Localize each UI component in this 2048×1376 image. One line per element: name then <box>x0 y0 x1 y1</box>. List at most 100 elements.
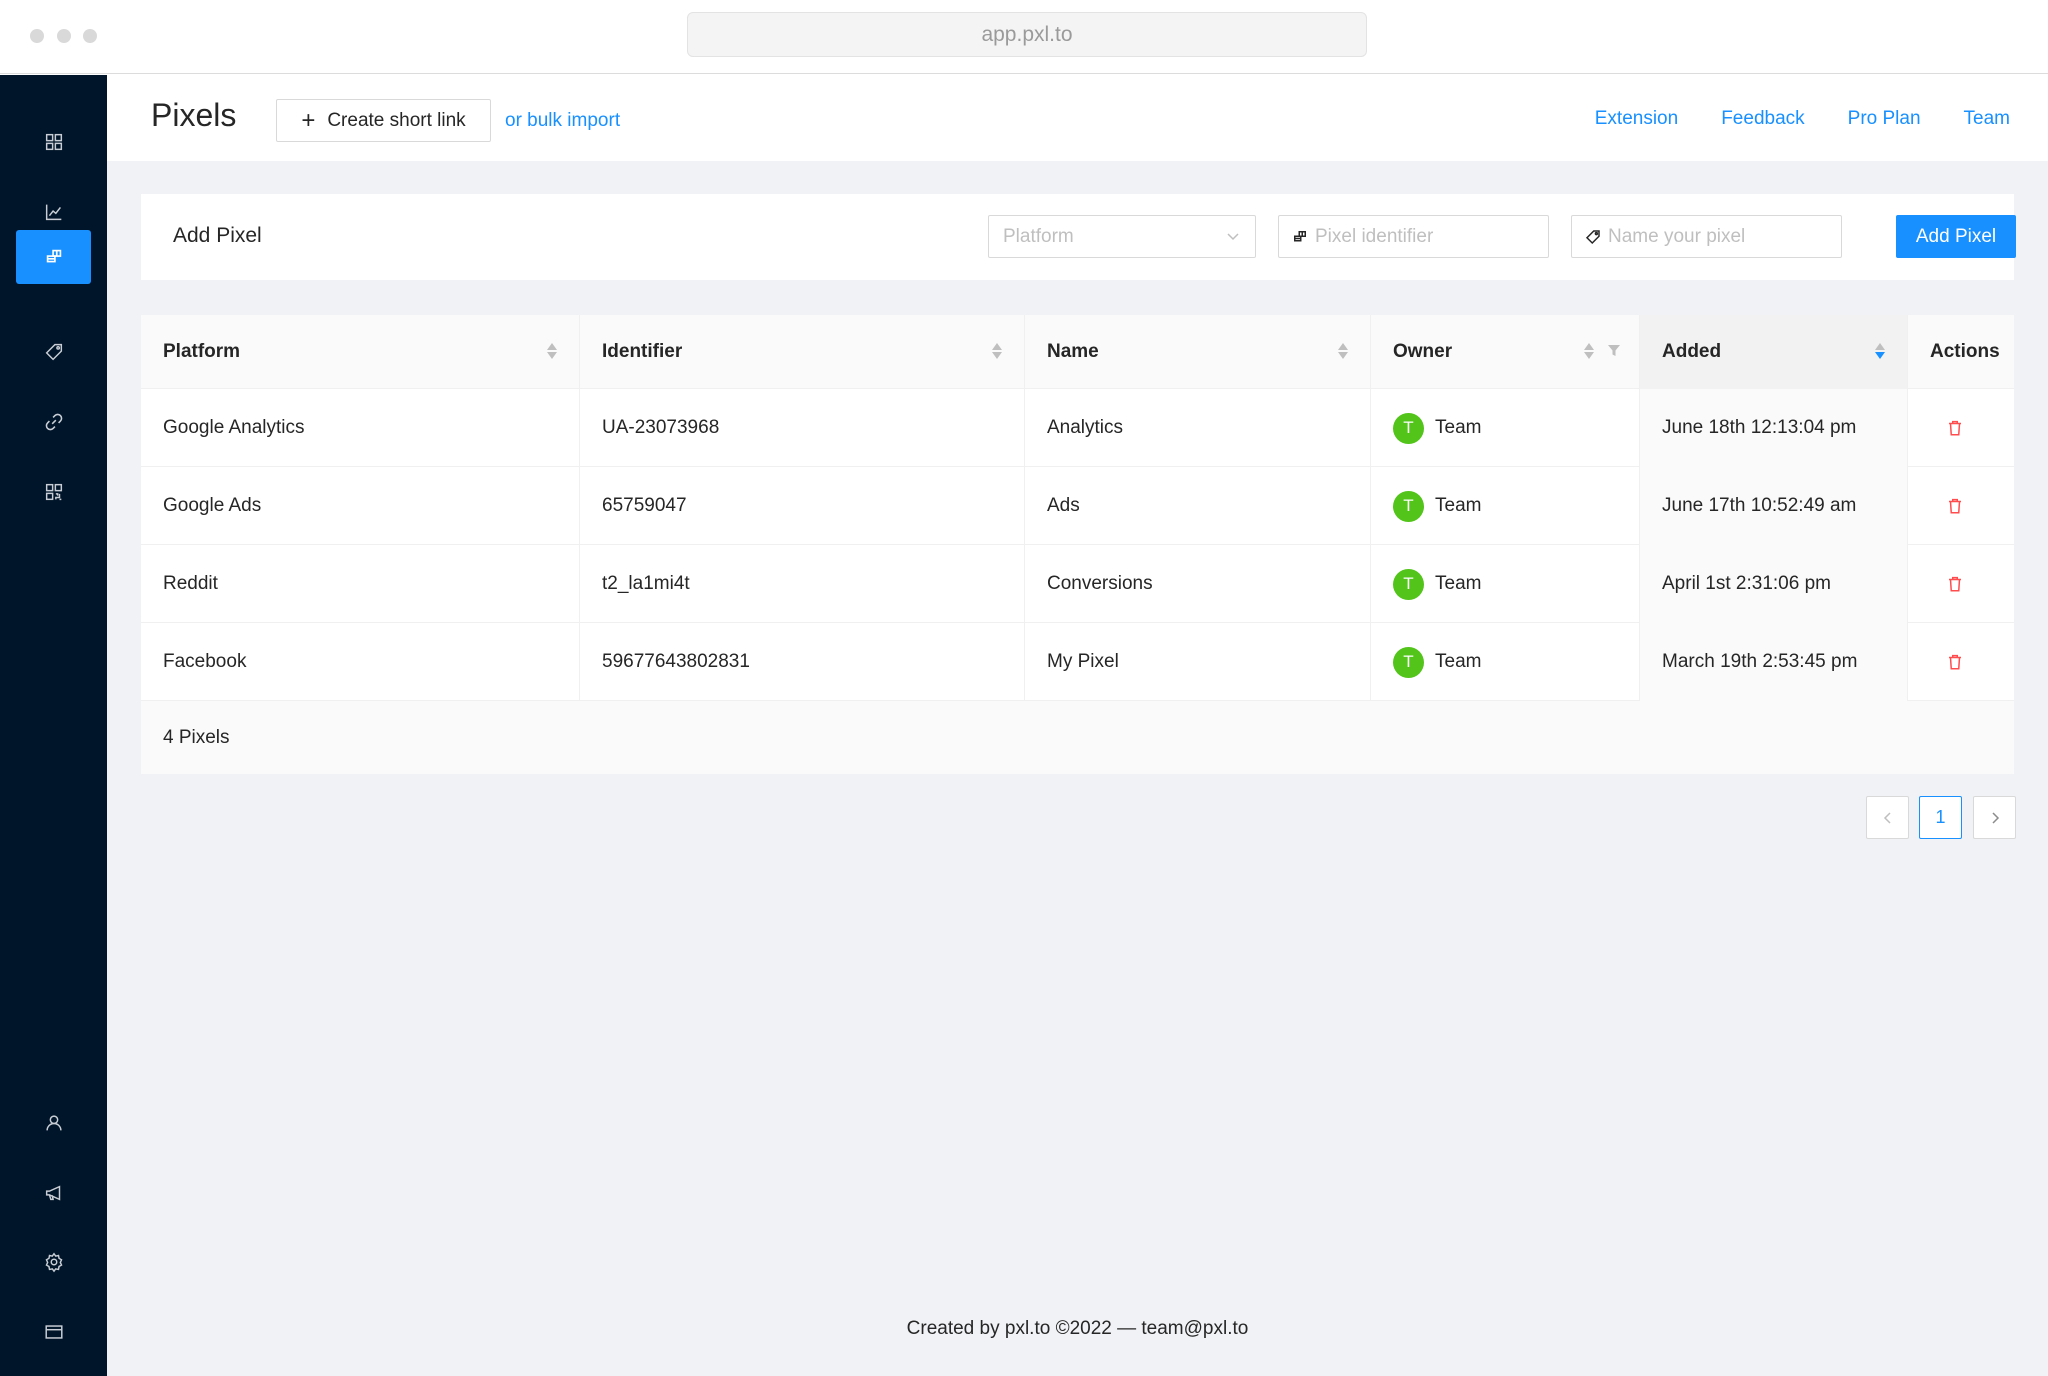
platform-select[interactable]: Platform <box>988 215 1256 258</box>
dashboard-icon <box>45 133 62 151</box>
column-header-platform-label: Platform <box>163 341 241 362</box>
chart-icon <box>45 204 61 221</box>
sidebar-item-settings[interactable] <box>16 1235 91 1289</box>
team-link[interactable]: Team <box>1964 108 2010 130</box>
column-header-added-label: Added <box>1662 341 1722 362</box>
cell-identifier: UA-23073968 <box>580 389 1025 467</box>
address-bar[interactable]: app.pxl.to <box>687 12 1367 57</box>
main-content: Pixels + Create short link or bulk impor… <box>107 75 2048 1376</box>
filter-icon[interactable] <box>1607 344 1621 358</box>
cell-added: June 17th 10:52:49 am <box>1640 467 1908 545</box>
sidebar-item-billing[interactable] <box>16 1305 91 1359</box>
pixel-identifier-input[interactable] <box>1315 225 1515 248</box>
cell-name: Conversions <box>1025 545 1371 623</box>
pro-plan-link[interactable]: Pro Plan <box>1848 108 1921 130</box>
delete-button[interactable] <box>1946 653 1964 671</box>
sort-icon[interactable] <box>992 343 1002 359</box>
owner-name: Team <box>1435 495 1482 516</box>
window-close-dot[interactable] <box>30 29 44 43</box>
trash-icon <box>1949 654 1961 670</box>
pagination-prev-button[interactable] <box>1866 796 1909 839</box>
avatar: T <box>1393 490 1424 522</box>
column-header-added[interactable]: Added <box>1640 315 1908 389</box>
tag-icon <box>45 343 62 361</box>
megaphone-icon <box>45 1185 60 1201</box>
window-minimize-dot[interactable] <box>57 29 71 43</box>
plus-icon: + <box>301 106 316 134</box>
column-header-owner-label: Owner <box>1393 341 1453 362</box>
page-header: Pixels + Create short link or bulk impor… <box>107 75 2048 161</box>
link-icon <box>45 413 62 431</box>
feedback-link[interactable]: Feedback <box>1721 108 1804 130</box>
cell-owner: T Team <box>1371 389 1640 467</box>
sort-icon[interactable] <box>1584 343 1594 359</box>
cell-platform: Facebook <box>141 623 580 701</box>
delete-button[interactable] <box>1946 575 1964 593</box>
extension-link[interactable]: Extension <box>1595 108 1678 130</box>
sidebar <box>0 75 107 1376</box>
create-short-link-button[interactable]: + Create short link <box>276 99 491 142</box>
sort-icon[interactable] <box>1338 343 1348 359</box>
browser-chrome: app.pxl.to <box>0 0 2048 74</box>
sort-icon[interactable] <box>547 343 557 359</box>
cell-owner: T Team <box>1371 545 1640 623</box>
bulk-import-link[interactable]: or bulk import <box>505 110 620 132</box>
cell-owner: T Team <box>1371 623 1640 701</box>
qr-code-icon <box>45 483 62 501</box>
avatar: T <box>1393 568 1424 600</box>
column-header-identifier[interactable]: Identifier <box>580 315 1025 389</box>
cell-added: April 1st 2:31:06 pm <box>1640 545 1908 623</box>
sidebar-item-links[interactable] <box>16 395 91 449</box>
window-maximize-dot[interactable] <box>83 29 97 43</box>
sidebar-item-announcements[interactable] <box>16 1166 91 1220</box>
sidebar-item-account[interactable] <box>16 1096 91 1150</box>
cell-identifier: 65759047 <box>580 467 1025 545</box>
pagination-next-button[interactable] <box>1973 796 2016 839</box>
cell-actions <box>1908 545 2014 623</box>
sidebar-item-dashboard[interactable] <box>16 115 91 169</box>
cell-platform: Google Analytics <box>141 389 580 467</box>
cell-actions <box>1908 467 2014 545</box>
cell-platform: Google Ads <box>141 467 580 545</box>
tag-icon <box>1585 229 1600 244</box>
sidebar-item-pixels[interactable] <box>16 230 91 284</box>
chevron-left-icon <box>1883 811 1891 824</box>
platform-select-placeholder: Platform <box>1003 225 1074 247</box>
table-row: Reddit t2_la1mi4t Conversions T Team Apr… <box>141 545 2014 623</box>
add-pixel-title: Add Pixel <box>173 224 262 247</box>
column-header-name-label: Name <box>1047 341 1099 362</box>
user-icon <box>45 1115 62 1131</box>
pixel-name-input[interactable] <box>1608 225 1808 248</box>
cell-actions <box>1908 623 2014 701</box>
chevron-right-icon <box>1991 811 1999 824</box>
owner-name: Team <box>1435 573 1482 594</box>
trash-icon <box>1949 576 1961 592</box>
sort-descending-icon[interactable] <box>1875 343 1885 359</box>
table-footer-count: 4 Pixels <box>141 701 2014 774</box>
cell-name: My Pixel <box>1025 623 1371 701</box>
cell-identifier: t2_la1mi4t <box>580 545 1025 623</box>
column-header-platform[interactable]: Platform <box>141 315 580 389</box>
sidebar-item-tags[interactable] <box>16 325 91 379</box>
trash-icon <box>1949 498 1961 514</box>
column-header-owner[interactable]: Owner <box>1371 315 1640 389</box>
column-header-name[interactable]: Name <box>1025 315 1371 389</box>
pixel-identifier-field[interactable] <box>1278 215 1549 258</box>
pixel-name-field[interactable] <box>1571 215 1842 258</box>
avatar: T <box>1393 412 1424 444</box>
page-title: Pixels <box>151 97 237 133</box>
gear-icon <box>45 1252 62 1273</box>
cell-added: June 18th 12:13:04 pm <box>1640 389 1908 467</box>
pixel-icon <box>46 249 61 263</box>
cell-owner: T Team <box>1371 467 1640 545</box>
delete-button[interactable] <box>1946 497 1964 515</box>
add-pixel-button[interactable]: Add Pixel <box>1896 215 2016 258</box>
delete-button[interactable] <box>1946 419 1964 437</box>
cell-added: March 19th 2:53:45 pm <box>1640 623 1908 701</box>
pagination-page-1[interactable]: 1 <box>1919 796 1962 839</box>
table-header: Platform Identifier Name Owner Added Act… <box>141 315 2014 389</box>
trash-icon <box>1949 420 1961 436</box>
table-row: Google Ads 65759047 Ads T Team June 17th… <box>141 467 2014 545</box>
sidebar-item-qr-codes[interactable] <box>16 465 91 519</box>
column-header-actions-label: Actions <box>1930 341 2000 362</box>
